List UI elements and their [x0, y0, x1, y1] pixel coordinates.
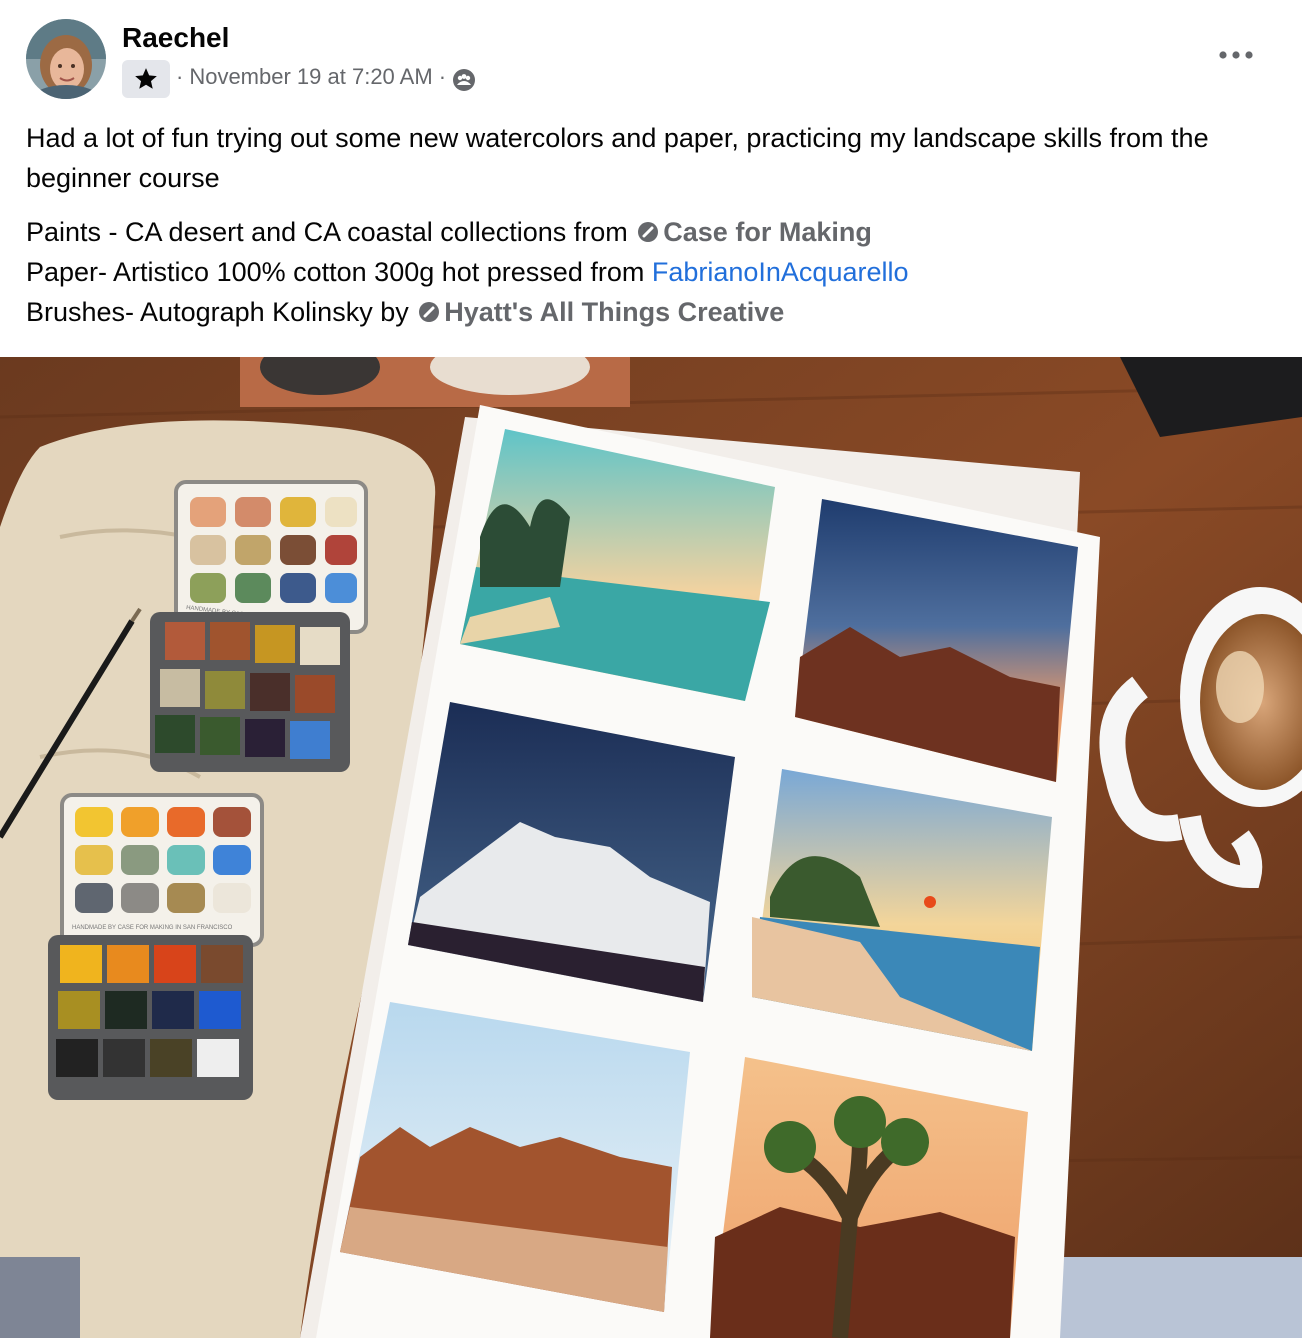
post-text: Had a lot of fun trying out some new wat…	[26, 118, 1276, 332]
meta-separator: ·	[176, 64, 184, 89]
page-tag-icon	[638, 222, 659, 242]
palette-top: HANDMADE BY CASE FOR MAKING IN SAN FRANC…	[150, 480, 368, 772]
post-body: Had a lot of fun trying out some new wat…	[26, 123, 1209, 193]
palette-label: HANDMADE BY CASE FOR MAKING IN SAN FRANC…	[72, 925, 233, 931]
palette-bottom: HANDMADE BY CASE FOR MAKING IN SAN FRANC…	[48, 793, 264, 1100]
hyatts-link[interactable]: Hyatt's All Things Creative	[444, 297, 784, 327]
details-line-paper: Paper- Artistico 100% cotton 300g hot pr…	[26, 252, 1276, 292]
details-line-paints: Paints - CA desert and CA coastal collec…	[26, 212, 1276, 252]
case-for-making-link[interactable]: Case for Making	[663, 217, 872, 247]
paints-text: Paints - CA desert and CA coastal collec…	[26, 217, 636, 247]
page-tag-icon	[419, 302, 440, 322]
post-photo[interactable]: HANDMADE BY CASE FOR MAKING IN SAN FRANC…	[0, 357, 1302, 1338]
fabriano-link[interactable]: FabrianoInAcquarello	[652, 257, 909, 287]
more-options-button[interactable]	[1214, 40, 1258, 70]
avatar-image	[26, 19, 106, 99]
avatar[interactable]	[26, 19, 106, 99]
details-line-brushes: Brushes- Autograph Kolinsky by Hyatt's A…	[26, 292, 1276, 332]
group-audience-icon[interactable]	[452, 68, 476, 92]
top-fan-badge[interactable]	[122, 60, 170, 98]
star-icon	[135, 68, 157, 89]
post-details: Paints - CA desert and CA coastal collec…	[26, 212, 1276, 332]
brushes-text: Brushes- Autograph Kolinsky by	[26, 297, 417, 327]
author-name[interactable]: Raechel	[122, 22, 229, 54]
post-timestamp[interactable]: November 19 at 7:20 AM	[189, 64, 432, 90]
more-options-icon	[1219, 51, 1253, 59]
paper-text: Paper- Artistico 100% cotton 300g hot pr…	[26, 257, 652, 287]
post-meta: · November 19 at 7:20 AM ·	[176, 62, 476, 92]
meta-separator: ·	[438, 64, 447, 89]
